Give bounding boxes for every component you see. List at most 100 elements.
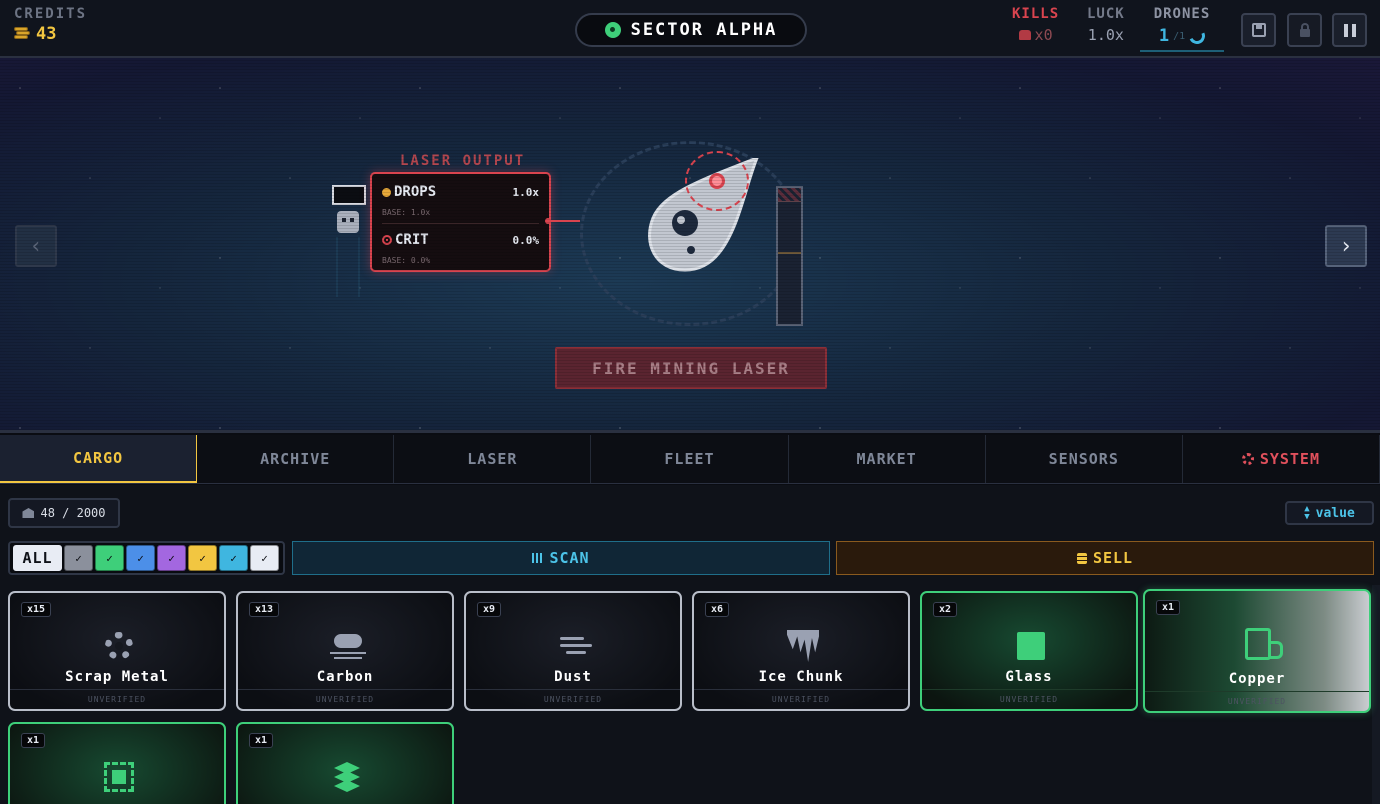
sector-badge: SECTOR ALPHA bbox=[575, 13, 807, 47]
barcode-icon bbox=[532, 553, 544, 563]
credits-label: CREDITS bbox=[14, 6, 88, 22]
filter-rare[interactable]: ✓ bbox=[126, 545, 155, 571]
filter-legendary[interactable]: ✓ bbox=[188, 545, 217, 571]
drops-base: BASE: 1.0x bbox=[382, 208, 431, 217]
planet-icon bbox=[604, 22, 621, 38]
kills-stat: KILLS x0 bbox=[1012, 6, 1059, 44]
drops-label: DROPS bbox=[394, 184, 437, 200]
crit-value: 0.0% bbox=[512, 234, 540, 247]
robot-icon bbox=[1018, 30, 1031, 40]
pause-icon bbox=[1343, 23, 1356, 37]
filter-common[interactable]: ✓ bbox=[64, 545, 93, 571]
sort-icon: ▲ ▼ bbox=[1304, 504, 1310, 522]
item-name: Ice Chunk bbox=[758, 669, 844, 685]
rarity-filters: ALL ✓ ✓ ✓ ✓ ✓ ✓ ✓ bbox=[8, 541, 285, 575]
wind-icon bbox=[558, 633, 592, 659]
drop-icon bbox=[382, 187, 391, 197]
credits-display: CREDITS 43 bbox=[14, 6, 87, 44]
gear-icon bbox=[105, 632, 133, 660]
item-status: UNVERIFIED bbox=[238, 689, 452, 709]
sell-button[interactable]: SELL bbox=[836, 541, 1374, 575]
cargo-capacity: 48 / 2000 bbox=[8, 498, 120, 528]
sector-name: SECTOR ALPHA bbox=[630, 20, 778, 40]
item-name: Scrap Metal bbox=[65, 669, 169, 685]
laser-beam bbox=[545, 218, 580, 224]
save-icon bbox=[1251, 23, 1266, 37]
tab-fleet[interactable]: FLEET bbox=[591, 435, 789, 483]
filter-mythic[interactable]: ✓ bbox=[219, 545, 248, 571]
filter-epic[interactable]: ✓ bbox=[157, 545, 186, 571]
fire-mining-laser-button[interactable]: FIRE MINING LASER bbox=[555, 347, 827, 389]
luck-stat: LUCK 1.0x bbox=[1087, 6, 1125, 44]
scan-button[interactable]: SCAN bbox=[292, 541, 830, 575]
tab-laser[interactable]: LASER bbox=[394, 435, 592, 483]
item-status: UNVERIFIED bbox=[1145, 691, 1369, 711]
weak-point-target[interactable] bbox=[709, 173, 725, 189]
mining-drone bbox=[332, 185, 366, 305]
coins-icon bbox=[14, 27, 30, 41]
scan-label: SCAN bbox=[549, 549, 590, 567]
crit-label: CRIT bbox=[395, 232, 429, 248]
item-count: x6 bbox=[705, 602, 730, 617]
kills-value: x0 bbox=[1034, 26, 1053, 44]
tab-sensors[interactable]: SENSORS bbox=[986, 435, 1183, 483]
next-target-button[interactable]: › bbox=[1325, 225, 1367, 267]
cargo-item-copper[interactable]: x1 Copper UNVERIFIED bbox=[1143, 589, 1371, 713]
tab-sensors-label: SENSORS bbox=[1048, 450, 1119, 468]
crosshair-icon bbox=[382, 235, 392, 245]
drones-current: 1 bbox=[1158, 26, 1170, 46]
item-count: x13 bbox=[249, 602, 280, 617]
drops-row: DROPS 1.0x BASE: 1.0x bbox=[382, 178, 539, 224]
item-count: x2 bbox=[933, 602, 958, 617]
item-name: Carbon bbox=[316, 669, 374, 685]
item-name: Dust bbox=[554, 669, 592, 685]
lock-button[interactable] bbox=[1287, 13, 1322, 47]
filter-all-button[interactable]: ALL bbox=[13, 545, 62, 571]
tab-laser-label: LASER bbox=[467, 450, 518, 468]
pause-button[interactable] bbox=[1332, 13, 1367, 47]
cargo-item-layers[interactable]: x1 bbox=[236, 722, 454, 804]
cargo-item-dust[interactable]: x9 Dust UNVERIFIED bbox=[464, 591, 682, 711]
cargo-item-carbon[interactable]: x13 Carbon UNVERIFIED bbox=[236, 591, 454, 711]
cargo-item-glass[interactable]: x2 Glass UNVERIFIED bbox=[920, 591, 1138, 711]
drones-stat[interactable]: DRONES 1 /1 bbox=[1140, 6, 1224, 52]
sell-label: SELL bbox=[1092, 549, 1134, 567]
tab-bar: CARGO ARCHIVE LASER FLEET MARKET SENSORS… bbox=[0, 435, 1380, 484]
item-count: x1 bbox=[249, 733, 274, 748]
coins-icon bbox=[1076, 552, 1087, 564]
drone-monitor-icon bbox=[332, 185, 366, 205]
item-name: Copper bbox=[1228, 671, 1286, 687]
tab-market[interactable]: MARKET bbox=[789, 435, 986, 483]
chip-icon bbox=[104, 762, 134, 792]
cargo-scrollbar[interactable] bbox=[1372, 585, 1380, 804]
previous-target-button[interactable]: ‹ bbox=[15, 225, 57, 267]
tab-cargo-label: CARGO bbox=[72, 449, 124, 467]
luck-label: LUCK bbox=[1087, 6, 1125, 22]
cargo-capacity-value: 48 / 2000 bbox=[40, 506, 106, 520]
item-status: UNVERIFIED bbox=[10, 689, 224, 709]
tab-archive[interactable]: ARCHIVE bbox=[197, 435, 395, 483]
drones-max: /1 bbox=[1173, 30, 1186, 42]
crit-row: CRIT 0.0% BASE: 0.0% bbox=[382, 226, 539, 272]
mining-scene: ‹ › LASER OUTPUT DROPS 1.0x BASE: 1.0x C… bbox=[0, 58, 1380, 433]
layers-icon bbox=[330, 762, 364, 792]
tab-archive-label: ARCHIVE bbox=[260, 450, 331, 468]
item-count: x1 bbox=[21, 733, 46, 748]
tab-system[interactable]: SYSTEM bbox=[1183, 435, 1380, 483]
tab-cargo[interactable]: CARGO bbox=[0, 435, 198, 483]
sort-button[interactable]: ▲ ▼ value bbox=[1285, 501, 1374, 525]
drones-label: DRONES bbox=[1153, 6, 1211, 22]
laser-output-label: LASER OUTPUT bbox=[400, 153, 526, 169]
filter-uncommon[interactable]: ✓ bbox=[95, 545, 124, 571]
drops-value: 1.0x bbox=[512, 186, 540, 199]
tab-system-label: SYSTEM bbox=[1259, 450, 1320, 468]
tab-market-label: MARKET bbox=[856, 450, 917, 468]
cargo-item-ice-chunk[interactable]: x6 Ice Chunk UNVERIFIED bbox=[692, 591, 910, 711]
cargo-item-circuit[interactable]: x1 bbox=[8, 722, 226, 804]
item-name: Glass bbox=[1005, 669, 1053, 685]
gear-icon bbox=[1241, 453, 1254, 465]
cargo-item-scrap-metal[interactable]: x15 Scrap Metal UNVERIFIED bbox=[8, 591, 226, 711]
save-button[interactable] bbox=[1241, 13, 1276, 47]
luck-value: 1.0x bbox=[1087, 26, 1124, 44]
filter-unique[interactable]: ✓ bbox=[250, 545, 279, 571]
